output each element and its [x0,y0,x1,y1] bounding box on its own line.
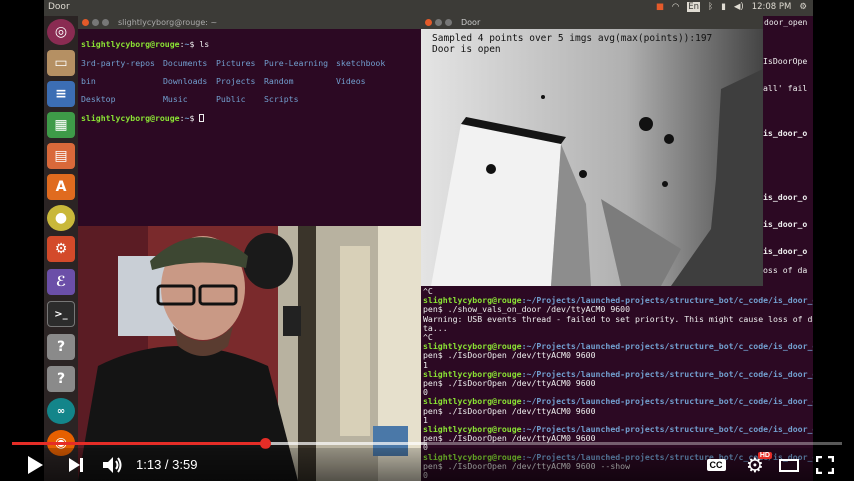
active-app-title: Door [48,2,70,12]
progress-bar[interactable] [12,438,842,449]
arduino-icon: ∞ [47,398,75,424]
played-bar [12,442,266,445]
desktop-top-panel: Door ■ ◠ En ᛒ ▮ ◀) 12:08 PM ⚙ [44,0,813,16]
files-icon: ▭ [47,50,75,76]
dash-icon: ◎ [47,19,75,45]
minimize-icon [92,19,99,26]
edge-line: is_door_o [763,128,808,138]
impress-icon: ▤ [47,143,75,169]
fullscreen-button[interactable] [812,452,838,478]
clock: 12:08 PM [751,2,792,12]
background-terminal-edge: door_open IsDoorOpe all' fail is_door_o … [763,16,813,286]
buffered-bar [265,442,427,445]
volume-icon: ◀) [733,2,744,12]
minimize-icon [435,19,442,26]
edge-line: oss of da [763,265,808,275]
video-frame[interactable]: Door ■ ◠ En ᛒ ▮ ◀) 12:08 PM ⚙ ◎ ▭ ≡ ▦ ▤ … [0,0,854,481]
volume-icon [103,457,122,473]
terminal-window-home: slightlycyborg@rouge: ~ slightlycyborg@r… [78,16,421,226]
ubuntu-launcher: ◎ ▭ ≡ ▦ ▤ A ● ⚙ ℰ >_ ? ? ∞ ◉ [44,16,78,481]
timecode: 1:13 / 3:59 [136,457,198,472]
theater-mode-button[interactable] [776,452,802,478]
volume-button[interactable] [100,452,126,478]
theater-icon [779,458,799,472]
terminal-line: pen$ ./IsDoorOpen /dev/ttyACM0 9600 [423,405,596,416]
captions-button[interactable]: CC [704,452,728,478]
right-tab-label: door_open [764,18,808,27]
settings-icon: ⚙ [47,236,75,262]
ls-row: 3rd-party-repos Documents Pictures Pure-Lea… [81,57,386,68]
camera-icon: ■ [655,2,664,12]
sample-status: Sampled 4 points over 5 imgs avg(max(poi… [432,33,713,44]
maximize-icon [102,19,109,26]
edge-line: is_door_o [763,192,808,202]
door-status: Door is open [432,44,501,55]
terminal-title: slightlycyborg@rouge: ~ [118,18,218,27]
fullscreen-icon [816,456,834,474]
battery-icon: ▮ [721,2,726,12]
next-icon [69,458,83,472]
terminal-titlebar: slightlycyborg@rouge: ~ [78,16,421,29]
window-buttons [425,19,452,26]
depth-window-title: Door [461,18,481,27]
terminal-line: pen$ ./IsDoorOpen /dev/ttyACM0 9600 [423,378,596,389]
captions-icon: CC [706,459,726,471]
terminal-line: slightlycyborg@rouge:~$ [81,113,418,123]
edge-line: IsDoorOpe [763,56,808,66]
settings-button[interactable]: ⚙ HD [742,452,772,478]
calc-icon: ▦ [47,112,75,138]
cursor [199,114,205,123]
bluetooth-icon: ᛒ [708,2,714,12]
maximize-icon [445,19,452,26]
ls-row: Desktop Music Public Scripts [81,94,299,105]
edge-line: is_door_o [763,246,808,256]
gear-icon: ⚙ [799,2,807,12]
emacs-icon: ℰ [47,269,75,295]
terminal-line: Warning: USB events thread - failed to s… [423,313,813,324]
play-icon [28,456,43,474]
terminal-output: slightlycyborg@rouge:~$ ls 3rd-party-rep… [78,29,421,143]
terminal-line: pen$ ./IsDoorOpen /dev/ttyACM0 9600 [423,350,596,361]
depth-image [421,29,763,286]
ls-row: bin Downloads Projects Random Videos [81,76,366,87]
close-icon [82,19,89,26]
depth-view-window: Door Sampled 4 points over 5 imgs avg(ma… [421,16,763,286]
depth-window-titlebar: Door [421,16,763,29]
software-center-icon: A [47,174,75,200]
hd-badge: HD [757,452,772,459]
edge-line: all' fail [763,83,808,93]
terminal-line: ta... [423,322,448,333]
terminal-icon: >_ [47,301,75,327]
writer-icon: ≡ [47,81,75,107]
ubuntu-one-icon: ● [47,205,75,231]
player-controls: 1:13 / 3:59 CC ⚙ HD [0,448,854,481]
system-tray: ■ ◠ En ᛒ ▮ ◀) 12:08 PM ⚙ [656,2,807,12]
wifi-icon: ◠ [671,2,680,12]
close-icon [425,19,432,26]
next-button[interactable] [64,452,88,478]
unknown-app-icon: ? [47,334,75,360]
edge-line: is_door_o [763,219,808,229]
keyboard-indicator: En [687,2,701,12]
unknown-app-icon: ? [47,366,75,392]
window-buttons [82,19,109,26]
terminal-line: slightlycyborg@rouge:~$ ls [81,39,210,50]
play-button[interactable] [22,452,48,478]
